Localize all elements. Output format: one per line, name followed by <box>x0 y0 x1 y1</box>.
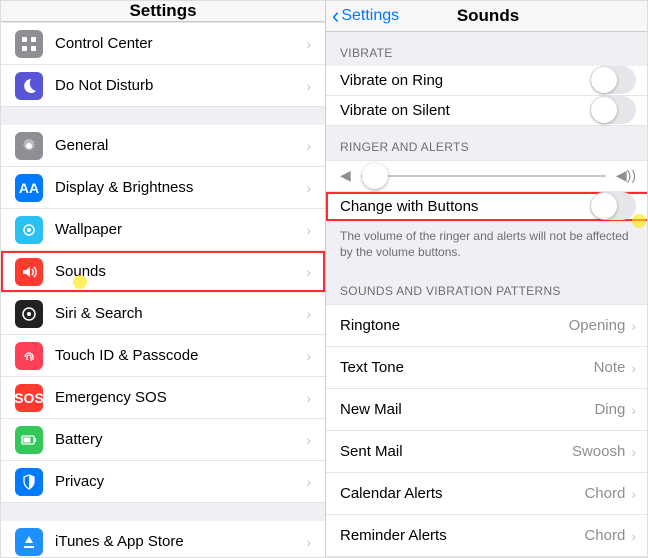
volume-slider[interactable] <box>361 175 606 177</box>
row-change-with-buttons[interactable]: Change with Buttons <box>326 192 648 222</box>
settings-list: Settings Control Center›Do Not Disturb›G… <box>1 1 326 557</box>
back-button[interactable]: ‹ Settings <box>332 5 399 27</box>
siri-icon <box>15 300 43 328</box>
row-label: Reminder Alerts <box>340 527 584 544</box>
settings-row[interactable]: General› <box>1 125 325 167</box>
row-label: iTunes & App Store <box>55 533 306 550</box>
row-label: Vibrate on Silent <box>340 102 590 119</box>
row-label: Emergency SOS <box>55 389 306 406</box>
settings-row[interactable]: Control Center› <box>1 22 325 65</box>
row-label: Battery <box>55 431 306 448</box>
row-label: Touch ID & Passcode <box>55 347 306 364</box>
toggle-change-buttons[interactable] <box>590 192 636 220</box>
toggle-vibrate-ring[interactable] <box>590 66 636 94</box>
row-label: Privacy <box>55 473 306 490</box>
speaker-low-icon: ◀︎ <box>340 167 351 184</box>
settings-row[interactable]: Siri & Search› <box>1 293 325 335</box>
chevron-right-icon: › <box>306 180 311 196</box>
back-label: Settings <box>341 7 399 25</box>
row-vibrate-ring[interactable]: Vibrate on Ring <box>326 66 648 96</box>
chevron-right-icon: › <box>306 36 311 52</box>
chevron-right-icon: › <box>306 264 311 280</box>
row-label: Siri & Search <box>55 305 306 322</box>
privacy-icon <box>15 468 43 496</box>
moon-icon <box>15 72 43 100</box>
slider-knob[interactable] <box>362 163 388 189</box>
chevron-right-icon: › <box>631 402 636 418</box>
sos-icon: SOS <box>15 384 43 412</box>
settings-row[interactable]: Privacy› <box>1 461 325 503</box>
settings-row[interactable]: Battery› <box>1 419 325 461</box>
chevron-right-icon: › <box>631 444 636 460</box>
row-label: Sounds <box>55 263 306 280</box>
settings-row[interactable]: SOS Emergency SOS› <box>1 377 325 419</box>
row-label: General <box>55 137 306 154</box>
settings-row[interactable]: Touch ID & Passcode› <box>1 335 325 377</box>
row-value: Swoosh <box>572 443 625 460</box>
sounds-icon <box>15 258 43 286</box>
wallpaper-icon <box>15 216 43 244</box>
battery-icon <box>15 426 43 454</box>
row-label: New Mail <box>340 401 594 418</box>
touchid-icon <box>15 342 43 370</box>
chevron-right-icon: › <box>631 360 636 376</box>
page-title: Settings <box>129 1 196 21</box>
row-label: Change with Buttons <box>340 198 590 215</box>
section-header-patterns: SOUNDS AND VIBRATION PATTERNS <box>326 270 648 304</box>
chevron-right-icon: › <box>306 222 311 238</box>
sound-pattern-row[interactable]: Text ToneNote › <box>326 347 648 389</box>
navbar-right: ‹ Settings Sounds <box>326 1 648 32</box>
chevron-right-icon: › <box>306 390 311 406</box>
row-value: Chord <box>584 527 625 544</box>
chevron-right-icon: › <box>631 318 636 334</box>
row-label: Sent Mail <box>340 443 572 460</box>
chevron-right-icon: › <box>306 348 311 364</box>
chevron-right-icon: › <box>631 528 636 544</box>
settings-row[interactable]: Do Not Disturb› <box>1 65 325 107</box>
toggle-vibrate-silent[interactable] <box>590 96 636 124</box>
chevron-left-icon: ‹ <box>332 5 339 27</box>
settings-row[interactable]: AA Display & Brightness› <box>1 167 325 209</box>
gear-icon <box>15 132 43 160</box>
chevron-right-icon: › <box>631 486 636 502</box>
row-label: Calendar Alerts <box>340 485 584 502</box>
sound-pattern-row[interactable]: Reminder AlertsChord › <box>326 515 648 557</box>
settings-row[interactable]: Sounds› <box>1 251 325 293</box>
row-label: Display & Brightness <box>55 179 306 196</box>
display-icon: AA <box>15 174 43 202</box>
sound-pattern-row[interactable]: RingtoneOpening › <box>326 304 648 347</box>
section-footer-change: The volume of the ringer and alerts will… <box>326 222 648 270</box>
chevron-right-icon: › <box>306 78 311 94</box>
row-value: Opening <box>569 317 626 334</box>
section-header-ringer: RINGER AND ALERTS <box>326 126 648 160</box>
settings-row[interactable]: Wallpaper› <box>1 209 325 251</box>
page-title: Sounds <box>457 6 519 26</box>
row-label: Wallpaper <box>55 221 306 238</box>
chevron-right-icon: › <box>306 474 311 490</box>
row-label: Vibrate on Ring <box>340 72 590 89</box>
navbar-left: Settings <box>1 1 325 22</box>
row-label: Ringtone <box>340 317 569 334</box>
chevron-right-icon: › <box>306 306 311 322</box>
appstore-icon <box>15 528 43 556</box>
chevron-right-icon: › <box>306 432 311 448</box>
row-value: Note <box>594 359 626 376</box>
settings-row[interactable]: iTunes & App Store› <box>1 521 325 557</box>
row-vibrate-silent[interactable]: Vibrate on Silent <box>326 96 648 126</box>
sound-pattern-row[interactable]: Sent MailSwoosh › <box>326 431 648 473</box>
chevron-right-icon: › <box>306 534 311 550</box>
row-value: Ding <box>594 401 625 418</box>
chevron-right-icon: › <box>306 138 311 154</box>
row-label: Do Not Disturb <box>55 77 306 94</box>
volume-slider-row[interactable]: ◀︎ ◀︎)) <box>326 160 648 192</box>
row-value: Chord <box>584 485 625 502</box>
row-label: Text Tone <box>340 359 594 376</box>
control-center-icon <box>15 30 43 58</box>
row-label: Control Center <box>55 35 306 52</box>
sounds-detail: ‹ Settings Sounds VIBRATE Vibrate on Rin… <box>326 1 648 557</box>
speaker-high-icon: ◀︎)) <box>616 167 636 184</box>
sound-pattern-row[interactable]: Calendar AlertsChord › <box>326 473 648 515</box>
section-header-vibrate: VIBRATE <box>326 32 648 66</box>
sound-pattern-row[interactable]: New MailDing › <box>326 389 648 431</box>
